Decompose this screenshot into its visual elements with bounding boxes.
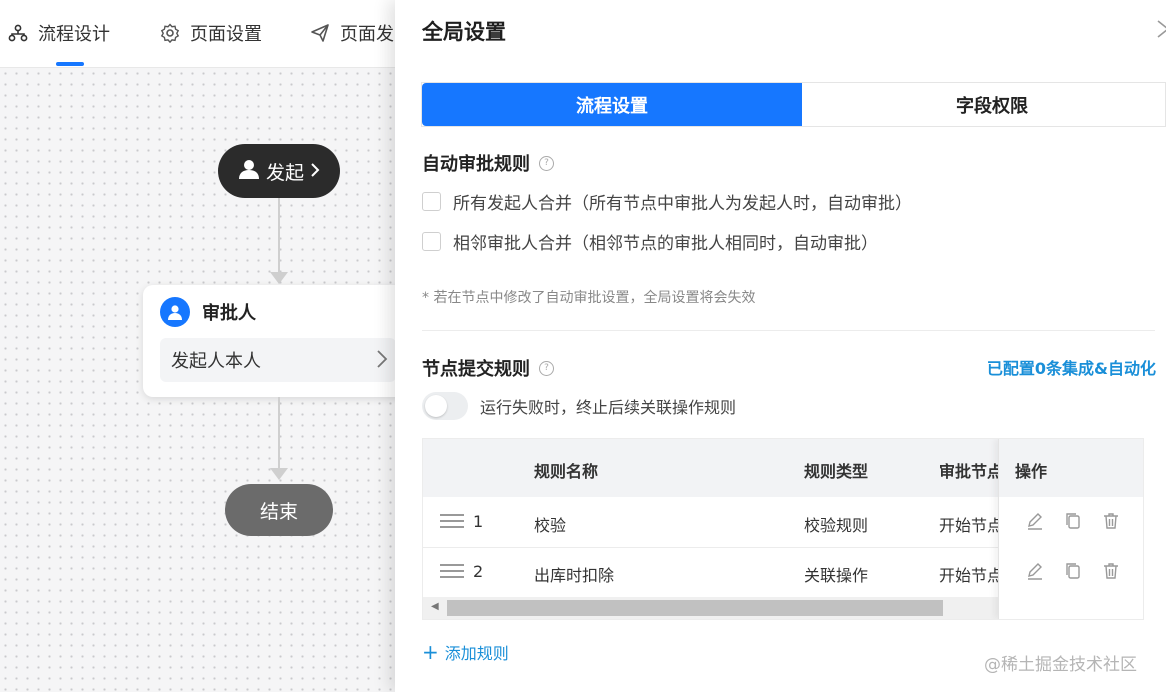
row-actions <box>1025 561 1121 585</box>
divider <box>422 330 1155 331</box>
copy-icon[interactable] <box>1063 561 1083 585</box>
checkbox[interactable] <box>422 232 441 251</box>
edit-icon[interactable] <box>1025 561 1045 585</box>
tab-page-publish[interactable]: 页面发 <box>310 0 394 66</box>
rules-table: 规则名称 规则类型 审批节点 1 校验 校验规则 开始节点 2 出库时扣除 关联… <box>422 438 1144 620</box>
connector-arrow <box>270 468 288 480</box>
section-title-text: 节点提交规则 <box>422 359 530 380</box>
col-operations: 操作 <box>1015 462 1048 481</box>
drag-handle-icon[interactable] <box>440 564 464 578</box>
submit-rules-title: 节点提交规则 ? <box>422 355 554 381</box>
chevron-right-icon <box>376 349 388 374</box>
global-settings-drawer: 全局设置 流程设置 字段权限 自动审批规则 ? 所有发起人合并（所有节点中审批人… <box>395 0 1166 692</box>
row-index: 1 <box>473 512 484 531</box>
auto-approval-title: 自动审批规则 ? <box>422 150 554 176</box>
stop-on-failure-row: 运行失败时，终止后续关联操作规则 <box>422 392 736 420</box>
add-rule-button[interactable]: + 添加规则 <box>422 640 509 664</box>
person-icon <box>238 158 260 185</box>
option-merge-adjacent[interactable]: 相邻审批人合并（相邻节点的审批人相同时，自动审批） <box>422 229 878 254</box>
help-icon[interactable]: ? <box>539 360 554 376</box>
approval-node: 开始节点 <box>939 566 1004 585</box>
edit-icon[interactable] <box>1025 511 1045 535</box>
section-title-text: 自动审批规则 <box>422 154 530 175</box>
connector-line <box>278 198 280 274</box>
close-icon[interactable] <box>1156 18 1166 46</box>
tab-label: 页面发 <box>340 24 394 45</box>
delete-icon[interactable] <box>1101 561 1121 585</box>
send-icon <box>310 23 330 43</box>
copy-icon[interactable] <box>1063 511 1083 535</box>
watermark: @稀土掘金技术社区 <box>984 655 1137 675</box>
connector-line <box>278 397 280 469</box>
flow-icon <box>8 23 28 43</box>
rule-type: 关联操作 <box>804 566 869 585</box>
checkbox[interactable] <box>422 192 441 211</box>
row-actions <box>1025 511 1121 535</box>
start-node[interactable]: 发起 <box>218 144 340 198</box>
operations-column: 操作 <box>998 439 1143 619</box>
stop-on-failure-toggle[interactable] <box>422 392 468 420</box>
delete-icon[interactable] <box>1101 511 1121 535</box>
add-rule-label: 添加规则 <box>444 644 509 663</box>
tab-page-settings[interactable]: 页面设置 <box>160 0 262 66</box>
chevron-right-icon <box>310 160 320 182</box>
option-merge-initiator[interactable]: 所有发起人合并（所有节点中审批人为发起人时，自动审批） <box>422 189 912 214</box>
integration-link[interactable]: 已配置0条集成&自动化 <box>987 355 1156 379</box>
end-node: 结束 <box>225 484 333 536</box>
approver-value-text: 发起人本人 <box>171 351 261 372</box>
toggle-label: 运行失败时，终止后续关联操作规则 <box>480 398 737 417</box>
help-icon[interactable]: ? <box>539 155 554 171</box>
segment-control: 流程设置 字段权限 <box>421 82 1166 127</box>
scroll-left-icon[interactable]: ◀ <box>431 601 439 612</box>
rule-name: 校验 <box>534 516 567 535</box>
option-label: 所有发起人合并（所有节点中审批人为发起人时，自动审批） <box>453 194 912 214</box>
segment-flow-settings[interactable]: 流程设置 <box>422 83 802 126</box>
tab-flow-design[interactable]: 流程设计 <box>8 0 110 66</box>
col-rule-type: 规则类型 <box>804 462 869 481</box>
row-index: 2 <box>473 562 484 581</box>
approver-value[interactable]: 发起人本人 <box>160 338 396 382</box>
connector-arrow <box>270 272 288 284</box>
auto-approval-note: * 若在节点中修改了自动审批设置，全局设置将会失效 <box>422 290 756 306</box>
plus-icon: + <box>422 640 439 664</box>
gear-icon <box>160 23 180 43</box>
approver-node[interactable]: 审批人 发起人本人 <box>143 285 413 397</box>
tab-label: 流程设计 <box>38 24 110 45</box>
horizontal-scrollbar[interactable]: ◀ <box>423 597 998 619</box>
col-approval-node: 审批节点 <box>939 462 1004 481</box>
rule-name: 出库时扣除 <box>534 566 615 585</box>
end-node-label: 结束 <box>259 500 298 523</box>
option-label: 相邻审批人合并（相邻节点的审批人相同时，自动审批） <box>453 234 878 254</box>
approval-node: 开始节点 <box>939 516 1004 535</box>
approver-title: 审批人 <box>202 303 256 324</box>
approver-avatar-icon <box>160 297 190 327</box>
drag-handle-icon[interactable] <box>440 514 464 528</box>
start-node-label: 发起 <box>265 161 304 184</box>
tab-label: 页面设置 <box>190 24 262 45</box>
drawer-title: 全局设置 <box>422 20 506 44</box>
segment-field-permissions[interactable]: 字段权限 <box>802 83 1166 126</box>
scrollbar-thumb[interactable] <box>447 600 943 616</box>
rule-type: 校验规则 <box>804 516 869 535</box>
col-rule-name: 规则名称 <box>534 462 599 481</box>
